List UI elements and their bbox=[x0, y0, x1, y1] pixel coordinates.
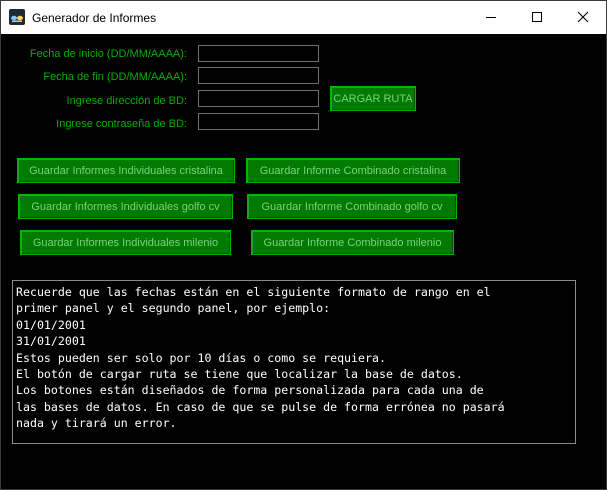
start-date-input[interactable] bbox=[198, 45, 319, 62]
info-line: nada y tirará un error. bbox=[16, 416, 177, 431]
end-date-input[interactable] bbox=[198, 67, 319, 84]
db-password-label: Ingrese contraseña de BD: bbox=[56, 118, 187, 130]
info-line: las bases de datos. En caso de que se pu… bbox=[16, 399, 505, 414]
minimize-button[interactable] bbox=[468, 1, 514, 34]
save-individual-cristalina-button[interactable]: Guardar Informes Individuales cristalina bbox=[17, 158, 235, 183]
info-line: El botón de cargar ruta se tiene que loc… bbox=[16, 367, 463, 382]
save-individual-golfo-button[interactable]: Guardar Informes Individuales golfo cv bbox=[18, 194, 233, 219]
save-combined-milenio-button[interactable]: Guardar Informe Combinado milenio bbox=[251, 230, 454, 255]
maximize-icon bbox=[532, 12, 542, 22]
maximize-button[interactable] bbox=[514, 1, 560, 34]
title-bar[interactable]: Generador de Informes bbox=[1, 1, 606, 34]
info-line: Recuerde que las fechas están en el sigu… bbox=[16, 285, 491, 299]
db-path-input[interactable] bbox=[198, 90, 319, 107]
info-line: 31/01/2001 bbox=[16, 334, 86, 349]
save-individual-milenio-button[interactable]: Guardar Informes Individuales milenio bbox=[20, 230, 231, 255]
app-window: Generador de Informes Fecha de inicio (D… bbox=[0, 0, 607, 490]
window-title: Generador de Informes bbox=[32, 11, 157, 25]
info-line: Estos pueden ser solo por 10 días o como… bbox=[16, 350, 386, 365]
save-combined-golfo-button[interactable]: Guardar Informe Combinado golfo cv bbox=[247, 194, 457, 219]
db-password-input[interactable] bbox=[198, 113, 319, 130]
load-path-button[interactable]: CARGAR RUTA bbox=[330, 86, 416, 111]
close-icon bbox=[577, 11, 589, 23]
info-line: Los botones están diseñados de forma per… bbox=[16, 383, 484, 398]
info-line: 01/01/2001 bbox=[16, 317, 86, 332]
info-line: primer panel y el segundo panel, por eje… bbox=[16, 301, 331, 316]
main-panel: Fecha de inicio (DD/MM/AAAA): Fecha de f… bbox=[1, 34, 606, 489]
start-date-label: Fecha de inicio (DD/MM/AAAA): bbox=[29, 48, 187, 60]
end-date-label: Fecha de fin (DD/MM/AAAA): bbox=[43, 71, 187, 83]
minimize-icon bbox=[486, 17, 496, 18]
info-text-area[interactable]: Recuerde que las fechas están en el sigu… bbox=[12, 280, 576, 444]
db-path-label: Ingrese dirección de BD: bbox=[66, 95, 187, 107]
app-icon bbox=[9, 9, 25, 25]
save-combined-cristalina-button[interactable]: Guardar Informe Combinado cristalina bbox=[246, 158, 460, 183]
close-button[interactable] bbox=[560, 1, 606, 34]
